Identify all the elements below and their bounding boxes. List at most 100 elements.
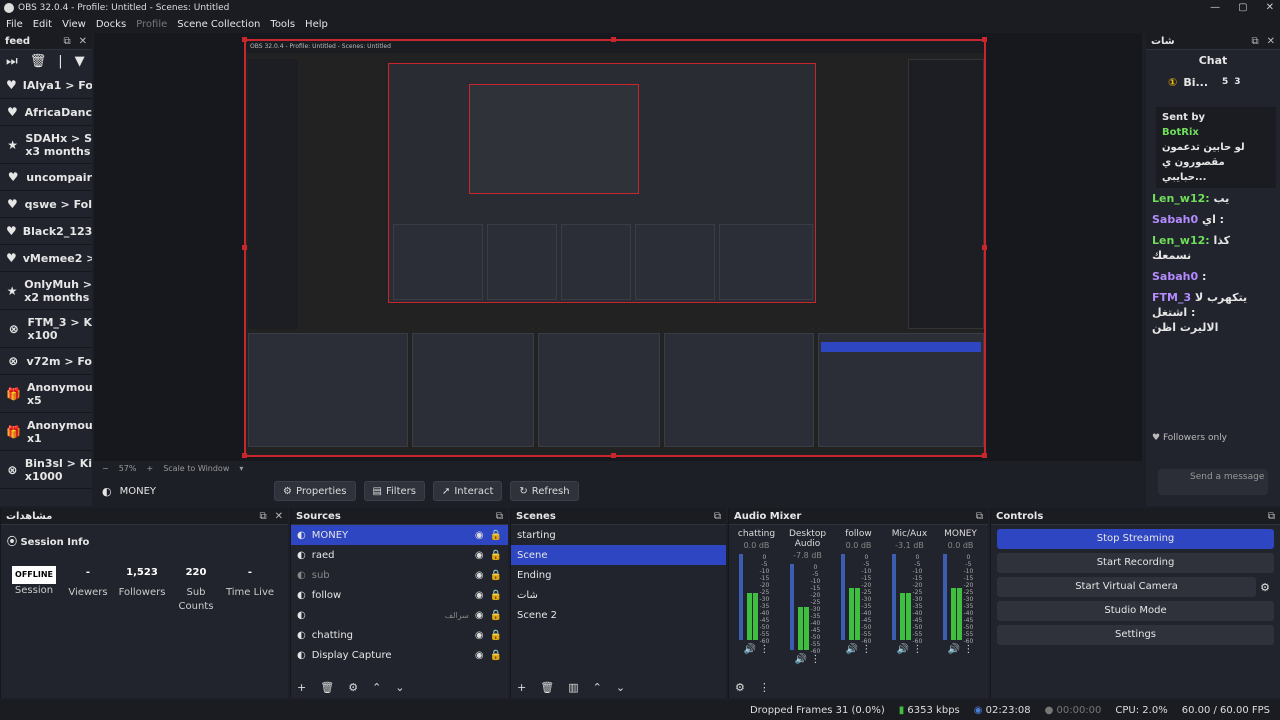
filter-icon[interactable]: ▥ bbox=[568, 681, 578, 694]
move-down-icon[interactable]: ⌄ bbox=[395, 681, 404, 694]
close-icon[interactable]: ✕ bbox=[79, 36, 87, 47]
eye-icon[interactable]: ◉ bbox=[475, 590, 484, 601]
start-virtual-camera-button[interactable]: Start Virtual Camera bbox=[997, 577, 1257, 597]
close-button[interactable]: ✕ bbox=[1266, 0, 1274, 16]
volume-fader[interactable] bbox=[840, 554, 845, 640]
menu-scene-collection[interactable]: Scene Collection bbox=[177, 19, 260, 30]
move-down-icon[interactable]: ⌄ bbox=[616, 681, 625, 694]
trash-icon[interactable]: 🗑 bbox=[30, 54, 47, 69]
source-item[interactable]: ◐ follow ◉ 🔒 bbox=[291, 585, 508, 605]
skip-icon[interactable]: ⏭ bbox=[6, 54, 18, 69]
resize-handle[interactable] bbox=[611, 37, 616, 42]
feed-row[interactable]: ⊗ FTM_3 > Kx100 bbox=[0, 310, 92, 348]
more-icon[interactable]: ⋮ bbox=[963, 644, 973, 655]
filter-icon[interactable]: ▼ bbox=[75, 54, 85, 69]
volume-fader[interactable] bbox=[891, 554, 896, 640]
resize-handle[interactable] bbox=[982, 245, 987, 250]
source-item[interactable]: ◐ raed ◉ 🔒 bbox=[291, 545, 508, 565]
menu-edit[interactable]: Edit bbox=[33, 19, 52, 30]
source-item[interactable]: ◐ sub ◉ 🔒 bbox=[291, 565, 508, 585]
float-icon[interactable]: ⧉ bbox=[1251, 36, 1258, 47]
resize-handle[interactable] bbox=[242, 245, 247, 250]
feed-row[interactable]: ♥ vMemee2 > bbox=[0, 245, 92, 272]
eye-icon[interactable]: ◉ bbox=[475, 550, 484, 561]
more-icon[interactable]: ⋮ bbox=[759, 644, 769, 655]
feed-row[interactable]: ♥ IAlya1 > Fo bbox=[0, 72, 92, 99]
eye-icon[interactable]: ◉ bbox=[475, 650, 484, 661]
resize-handle[interactable] bbox=[242, 37, 247, 42]
more-icon[interactable]: ⋮ bbox=[759, 681, 770, 694]
float-icon[interactable]: ⧉ bbox=[1268, 511, 1275, 522]
float-icon[interactable]: ⧉ bbox=[714, 511, 721, 522]
scene-item[interactable]: Scene 2 bbox=[511, 605, 726, 625]
volume-meter[interactable]: 0 -5 -10 -15 -20 -25 -30 -35 -40 -45 -50 -55 -60 bbox=[839, 554, 879, 645]
feed-row[interactable]: 🎁 Anonymou x1 bbox=[0, 413, 92, 451]
volume-meter[interactable]: 0 -5 -10 -15 -20 -25 -30 -35 -40 -45 -50 -55 -60 bbox=[788, 564, 828, 655]
feed-row[interactable]: ♥ Black2_123 bbox=[0, 218, 92, 245]
refresh-button[interactable]: ↻ Refresh bbox=[510, 481, 579, 501]
studio-mode-button[interactable]: Studio Mode bbox=[997, 601, 1274, 621]
speaker-icon[interactable]: 🔊 bbox=[795, 654, 807, 665]
move-up-icon[interactable]: ⌃ bbox=[593, 681, 602, 694]
gear-icon[interactable]: ⚙ bbox=[735, 681, 745, 694]
volume-meter[interactable]: 0 -5 -10 -15 -20 -25 -30 -35 -40 -45 -50 -55 -60 bbox=[737, 554, 777, 645]
virtual-camera-settings-icon[interactable]: ⚙ bbox=[1260, 581, 1270, 594]
source-item[interactable]: ◐ MONEY ◉ 🔒 bbox=[291, 525, 508, 545]
volume-meter[interactable]: 0 -5 -10 -15 -20 -25 -30 -35 -40 -45 -50 -55 -60 bbox=[890, 554, 930, 645]
add-icon[interactable]: + bbox=[297, 681, 306, 694]
feed-row[interactable]: ♥ qswe > Fol bbox=[0, 191, 92, 218]
preview-canvas[interactable]: OBS 32.0.4 - Profile: Untitled - Scenes:… bbox=[94, 33, 1142, 461]
volume-fader[interactable] bbox=[942, 554, 947, 640]
properties-button[interactable]: ⚙ Properties bbox=[274, 481, 356, 501]
chevron-down-icon[interactable]: ▾ bbox=[239, 464, 243, 473]
more-icon[interactable]: ⋮ bbox=[861, 644, 871, 655]
stop-streaming-button[interactable]: Stop Streaming bbox=[997, 529, 1274, 549]
lock-icon[interactable]: 🔒 bbox=[490, 570, 502, 581]
more-icon[interactable]: ⋮ bbox=[912, 644, 922, 655]
feed-row[interactable]: ⊗ Bin3sl > Ki x1000 bbox=[0, 451, 92, 489]
speaker-icon[interactable]: 🔊 bbox=[846, 644, 858, 655]
resize-handle[interactable] bbox=[982, 453, 987, 458]
trash-icon[interactable]: 🗑 bbox=[540, 681, 554, 694]
menu-tools[interactable]: Tools bbox=[270, 19, 295, 30]
zoom-mode[interactable]: Scale to Window bbox=[163, 464, 229, 473]
interact-button[interactable]: ➚ Interact bbox=[432, 481, 503, 501]
trash-icon[interactable]: 🗑 bbox=[320, 681, 334, 694]
source-item[interactable]: ◐ سرالف ◉ 🔒 bbox=[291, 605, 508, 625]
scene-item[interactable]: Ending bbox=[511, 565, 726, 585]
speaker-icon[interactable]: 🔊 bbox=[744, 644, 756, 655]
menu-help[interactable]: Help bbox=[305, 19, 328, 30]
feed-row[interactable]: ★ OnlyMuh > x2 months bbox=[0, 272, 92, 310]
minimize-button[interactable]: — bbox=[1210, 0, 1220, 16]
lock-icon[interactable]: 🔒 bbox=[490, 550, 502, 561]
volume-fader[interactable] bbox=[789, 564, 794, 650]
source-item[interactable]: ◐ chatting ◉ 🔒 bbox=[291, 625, 508, 645]
lock-icon[interactable]: 🔒 bbox=[490, 590, 502, 601]
gear-icon[interactable]: ⚙ bbox=[348, 681, 358, 694]
eye-icon[interactable]: ◉ bbox=[475, 530, 484, 541]
scene-item[interactable]: starting bbox=[511, 525, 726, 545]
maximize-button[interactable]: ▢ bbox=[1238, 0, 1247, 16]
float-icon[interactable]: ⧉ bbox=[259, 511, 266, 522]
lock-icon[interactable]: 🔒 bbox=[490, 650, 502, 661]
settings-button[interactable]: Settings bbox=[997, 625, 1274, 645]
feed-row[interactable]: ♥ AfricaDanc bbox=[0, 99, 92, 126]
speaker-icon[interactable]: 🔊 bbox=[897, 644, 909, 655]
feed-row[interactable]: 🎁 Anonymou x5 bbox=[0, 375, 92, 413]
feed-row[interactable]: ⊗ v72m > Fo bbox=[0, 348, 92, 375]
resize-handle[interactable] bbox=[982, 37, 987, 42]
volume-meter[interactable]: 0 -5 -10 -15 -20 -25 -30 -35 -40 -45 -50 -55 -60 bbox=[941, 554, 981, 645]
lock-icon[interactable]: 🔒 bbox=[490, 610, 502, 621]
resize-handle[interactable] bbox=[611, 453, 616, 458]
menu-view[interactable]: View bbox=[62, 19, 86, 30]
scene-item[interactable]: Scene bbox=[511, 545, 726, 565]
lock-icon[interactable]: 🔒 bbox=[490, 530, 502, 541]
add-icon[interactable]: + bbox=[517, 681, 526, 694]
scene-item[interactable]: شات bbox=[511, 585, 726, 605]
menu-docks[interactable]: Docks bbox=[96, 19, 126, 30]
float-icon[interactable]: ⧉ bbox=[976, 511, 983, 522]
menu-file[interactable]: File bbox=[6, 19, 23, 30]
close-icon[interactable]: ✕ bbox=[275, 511, 283, 522]
start-recording-button[interactable]: Start Recording bbox=[997, 553, 1274, 573]
eye-icon[interactable]: ◉ bbox=[475, 630, 484, 641]
